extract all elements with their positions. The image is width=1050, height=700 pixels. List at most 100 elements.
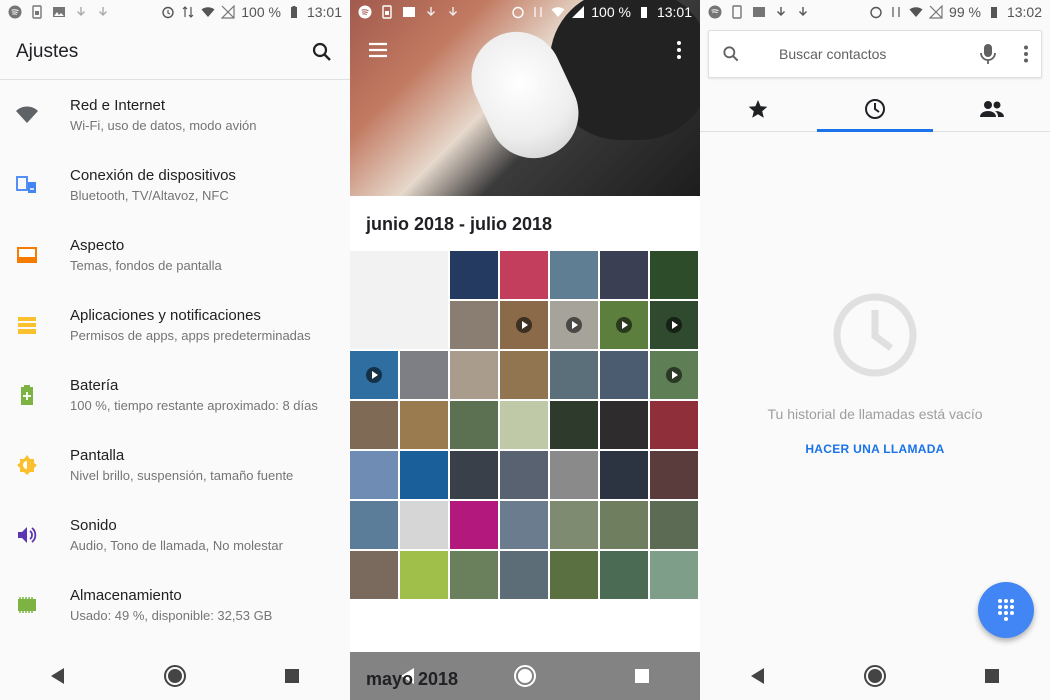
recents-icon[interactable] (630, 664, 654, 688)
make-call-link[interactable]: HACER UNA LLAMADA (805, 442, 944, 456)
photo-thumbnail[interactable] (650, 451, 698, 499)
search-input[interactable]: Buscar contactos (779, 46, 886, 62)
photo-thumbnail[interactable] (550, 401, 598, 449)
recents-icon[interactable] (280, 664, 304, 688)
photo-thumbnail[interactable] (350, 351, 398, 399)
photo-thumbnail[interactable] (500, 401, 548, 449)
photo-thumbnail[interactable] (600, 251, 648, 299)
photo-thumbnail[interactable] (500, 451, 548, 499)
photo-thumbnail[interactable] (350, 401, 398, 449)
settings-item-devices[interactable]: Conexión de dispositivos Bluetooth, TV/Al… (0, 150, 350, 220)
photo-thumbnail[interactable] (400, 551, 448, 599)
photo-thumbnail[interactable] (500, 351, 548, 399)
photo-thumbnail[interactable] (350, 501, 398, 549)
back-icon[interactable] (746, 664, 770, 688)
settings-item-title: Almacenamiento (70, 587, 182, 604)
photo-thumbnail[interactable] (500, 251, 548, 299)
clock-time: 13:02 (1006, 4, 1042, 20)
empty-call-history: Tu historial de llamadas está vacío HACE… (700, 290, 1050, 456)
settings-item-subtitle: Nivel brillo, suspensión, tamaño fuente (70, 468, 294, 483)
photo-thumbnail[interactable] (550, 351, 598, 399)
page-title: Ajustes (16, 40, 79, 62)
photo-thumbnail[interactable] (550, 451, 598, 499)
home-icon[interactable] (513, 664, 537, 688)
tab-contacts[interactable] (933, 86, 1050, 131)
photo-thumbnail[interactable] (650, 551, 698, 599)
photo-thumbnail[interactable] (500, 551, 548, 599)
battery-percent: 99 % (949, 4, 981, 20)
settings-item-display[interactable]: Pantalla Nivel brillo, suspensión, tamaño… (0, 430, 350, 500)
photo-thumbnail[interactable] (400, 351, 448, 399)
tab-recents[interactable] (816, 86, 934, 132)
photo-thumbnail[interactable] (600, 351, 648, 399)
recents-icon[interactable] (980, 664, 1004, 688)
battery-status-icon (990, 7, 997, 18)
people-icon (979, 100, 1004, 117)
photo-thumbnail[interactable] (500, 301, 548, 349)
photo-thumbnail[interactable] (450, 551, 498, 599)
more-vert-icon[interactable] (1023, 45, 1029, 63)
mic-icon[interactable] (979, 43, 997, 65)
navigation-bar (0, 652, 350, 700)
settings-item-storage[interactable]: Almacenamiento Usado: 49 %, disponible: 3… (0, 570, 350, 640)
settings-item-subtitle: Audio, Tono de llamada, No molestar (70, 538, 283, 553)
photo-thumbnail[interactable] (450, 351, 498, 399)
photo-thumbnail[interactable] (450, 501, 498, 549)
photo-thumbnail[interactable] (600, 551, 648, 599)
settings-item-sound[interactable]: Sonido Audio, Tono de llamada, No molesta… (0, 500, 350, 570)
status-bar: 100 % 13:01 (350, 0, 700, 24)
photo-thumbnail[interactable] (650, 501, 698, 549)
photo-thumbnail[interactable] (650, 251, 698, 299)
photo-thumbnail[interactable] (350, 451, 398, 499)
download-icon (449, 7, 457, 16)
settings-item-battery[interactable]: Batería 100 %, tiempo restante aproximado… (0, 360, 350, 430)
thumb-settings-line (354, 309, 444, 323)
photo-thumbnail[interactable] (500, 501, 548, 549)
photo-thumbnail[interactable] (550, 551, 598, 599)
photo-thumbnail[interactable] (400, 401, 448, 449)
photo-thumbnail[interactable] (650, 401, 698, 449)
photo-thumbnail[interactable] (450, 451, 498, 499)
menu-icon[interactable] (368, 40, 388, 60)
no-signal-icon (929, 5, 943, 19)
contacts-search-bar[interactable]: Buscar contactos (708, 30, 1042, 78)
photo-thumbnail[interactable] (550, 301, 598, 349)
settings-item-network[interactable]: Red e Internet Wi-Fi, uso de datos, modo … (0, 80, 350, 150)
settings-item-subtitle: Permisos de apps, apps predeterminadas (70, 328, 311, 343)
settings-item-title: Pantalla (70, 447, 125, 464)
search-icon[interactable] (721, 44, 741, 64)
tab-favorites[interactable] (700, 86, 817, 131)
clock-time: 13:01 (306, 4, 342, 20)
photo-thumbnail[interactable] (450, 251, 498, 299)
photo-thumbnail[interactable] (650, 301, 698, 349)
photo-thumbnail[interactable] (600, 301, 648, 349)
photo-thumbnail[interactable] (450, 401, 498, 449)
photo-thumbnail[interactable] (600, 401, 648, 449)
photo-thumbnail[interactable] (400, 501, 448, 549)
dialpad-button[interactable] (978, 582, 1034, 638)
home-icon[interactable] (163, 664, 187, 688)
photo-thumbnail[interactable] (550, 501, 598, 549)
date-section-header: junio 2018 - julio 2018 (366, 214, 553, 234)
settings-item-apps[interactable]: Aplicaciones y notificaciones Permisos de… (0, 290, 350, 360)
settings-item-title: Batería (70, 377, 119, 394)
photos-screen: 100 % 13:01 junio 2018 - julio 2018 mayo… (350, 0, 700, 700)
settings-item-appearance[interactable]: Aspecto Temas, fondos de pantalla (0, 220, 350, 290)
photo-thumbnail[interactable] (550, 251, 598, 299)
featured-photo[interactable] (350, 0, 700, 196)
play-icon (566, 317, 582, 333)
home-icon[interactable] (863, 664, 887, 688)
photo-thumbnail[interactable] (600, 451, 648, 499)
photo-thumbnail[interactable] (350, 251, 448, 349)
photo-thumbnail[interactable] (350, 551, 398, 599)
back-icon[interactable] (46, 664, 70, 688)
photo-thumbnail[interactable] (450, 301, 498, 349)
photo-thumbnail[interactable] (600, 501, 648, 549)
wifi-status-icon (201, 7, 215, 17)
more-vert-icon[interactable] (674, 40, 684, 60)
battery-percent: 100 % (591, 4, 631, 20)
search-icon[interactable] (310, 40, 334, 64)
empty-message: Tu historial de llamadas está vacío (767, 406, 983, 422)
photo-thumbnail[interactable] (650, 351, 698, 399)
photo-thumbnail[interactable] (400, 451, 448, 499)
